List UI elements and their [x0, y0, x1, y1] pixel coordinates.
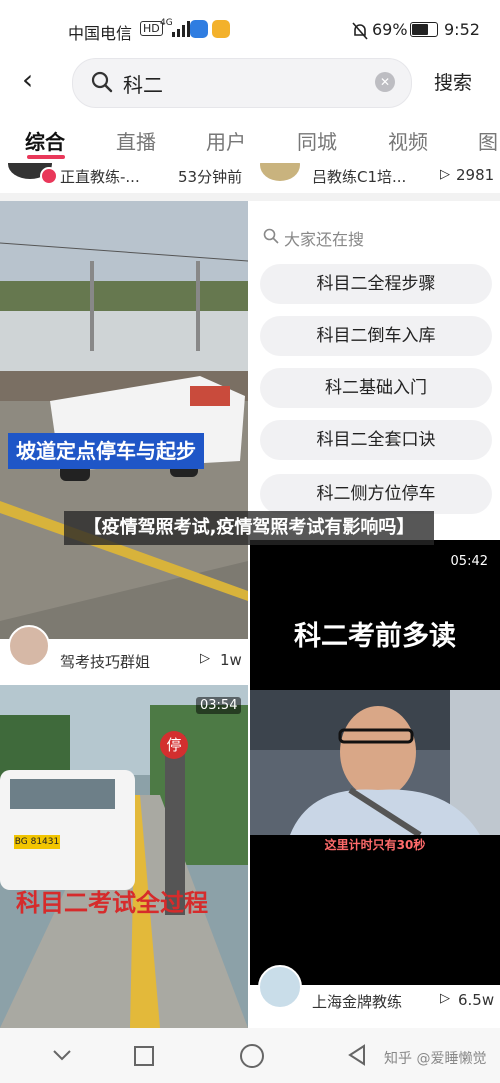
post-time: 53分钟前	[178, 168, 243, 186]
related-search-chip[interactable]: 科目二全套口诀	[260, 420, 492, 460]
avatar[interactable]	[8, 625, 50, 667]
play-count: 1w	[220, 651, 242, 669]
video-subtitle: 这里计时只有30秒	[324, 838, 426, 852]
battery-percent: 69%	[372, 20, 408, 39]
partial-row: 正直教练-... 53分钟前 吕教练C1培... ▷ 2981	[0, 163, 500, 193]
related-search-chip[interactable]: 科二基础入门	[260, 368, 492, 408]
author-name[interactable]: 上海金牌教练	[312, 991, 402, 1012]
play-icon: ▷	[200, 651, 210, 666]
video-headline: 科二考前多读	[294, 621, 456, 652]
tab-image[interactable]: 图	[478, 126, 498, 155]
tab-综合[interactable]: 综合	[25, 126, 65, 155]
divider	[0, 193, 500, 201]
signal-icon	[172, 21, 190, 37]
weibo-notify-icon	[212, 20, 230, 38]
video-card-4[interactable]: 03:54 停 BG 81431 科目二考试全过程	[0, 685, 248, 1028]
related-search-chip[interactable]: 科二侧方位停车	[260, 474, 492, 514]
author-name[interactable]: 驾考技巧群姐	[60, 651, 150, 672]
tab-live[interactable]: 直播	[116, 126, 156, 155]
video-card-3[interactable]: 05:42 科二考前多读 这里计时只有30秒	[250, 540, 500, 985]
video-caption: 科目二考试全过程	[16, 889, 208, 917]
video-card-1[interactable]: 坡道定点停车与起步	[0, 201, 248, 639]
stop-sign-icon: 停	[160, 731, 188, 759]
status-bar: 中国电信 HD 4G 69% 9:52	[0, 0, 500, 58]
tab-users[interactable]: 用户	[206, 126, 246, 155]
play-icon: ▷	[440, 167, 450, 182]
tab-local[interactable]: 同城	[297, 126, 337, 155]
license-plate: BG 81431	[14, 835, 60, 849]
video-duration: 03:54	[196, 697, 242, 714]
mute-bell-icon	[352, 22, 368, 40]
play-icon: ▷	[440, 991, 450, 1006]
chevron-down-icon[interactable]	[52, 1048, 72, 1062]
battery-icon	[410, 22, 438, 37]
video-duration: 05:42	[450, 554, 488, 569]
tab-video[interactable]: 视频	[388, 126, 428, 155]
watermark: 知乎 @爱睡懒觉	[384, 1051, 487, 1067]
card-1-meta: 驾考技巧群姐 ▷ 1w	[0, 625, 248, 683]
related-search-title: 大家还在搜	[284, 230, 365, 249]
author-name[interactable]: 正直教练-...	[60, 166, 140, 187]
home-icon[interactable]	[240, 1044, 264, 1068]
search-button[interactable]: 搜索	[434, 68, 472, 95]
author-name[interactable]: 吕教练C1培...	[312, 166, 406, 187]
play-count: 2981	[456, 166, 495, 184]
search-query: 科二	[123, 73, 163, 97]
video-thumbnail	[0, 201, 248, 639]
search-icon	[91, 71, 113, 93]
recent-apps-icon[interactable]	[134, 1046, 154, 1066]
search-icon	[263, 228, 279, 244]
verified-badge-icon	[40, 167, 58, 185]
related-search-chip[interactable]: 科目二倒车入库	[260, 316, 492, 356]
card-3-meta: 上海金牌教练 ▷ 6.5w	[250, 965, 500, 1028]
back-arrow-icon[interactable]: ‹	[22, 64, 52, 96]
related-search-chip[interactable]: 科目二全程步骤	[260, 264, 492, 304]
search-input[interactable]: 科二 ✕	[72, 58, 412, 108]
network-type: 4G	[160, 18, 173, 28]
clear-icon[interactable]: ✕	[375, 72, 395, 92]
system-nav-bar: 知乎 @爱睡懒觉	[0, 1028, 500, 1083]
video-thumbnail	[0, 685, 248, 1028]
article-title-banner: 【疫情驾照考试,疫情驾照考试有影响吗】	[64, 511, 434, 545]
video-caption: 坡道定点停车与起步	[8, 433, 204, 469]
back-triangle-icon[interactable]	[346, 1044, 366, 1066]
active-tab-indicator	[27, 155, 65, 159]
app-notify-icon	[190, 20, 208, 38]
carrier-name: 中国电信	[68, 24, 133, 43]
avatar	[260, 163, 300, 181]
avatar[interactable]	[258, 965, 302, 1009]
play-count: 6.5w	[458, 991, 495, 1009]
clock: 9:52	[444, 20, 480, 39]
video-thumbnail	[250, 690, 500, 835]
result-tabs: 综合 直播 用户 同城 视频 图	[0, 118, 500, 164]
